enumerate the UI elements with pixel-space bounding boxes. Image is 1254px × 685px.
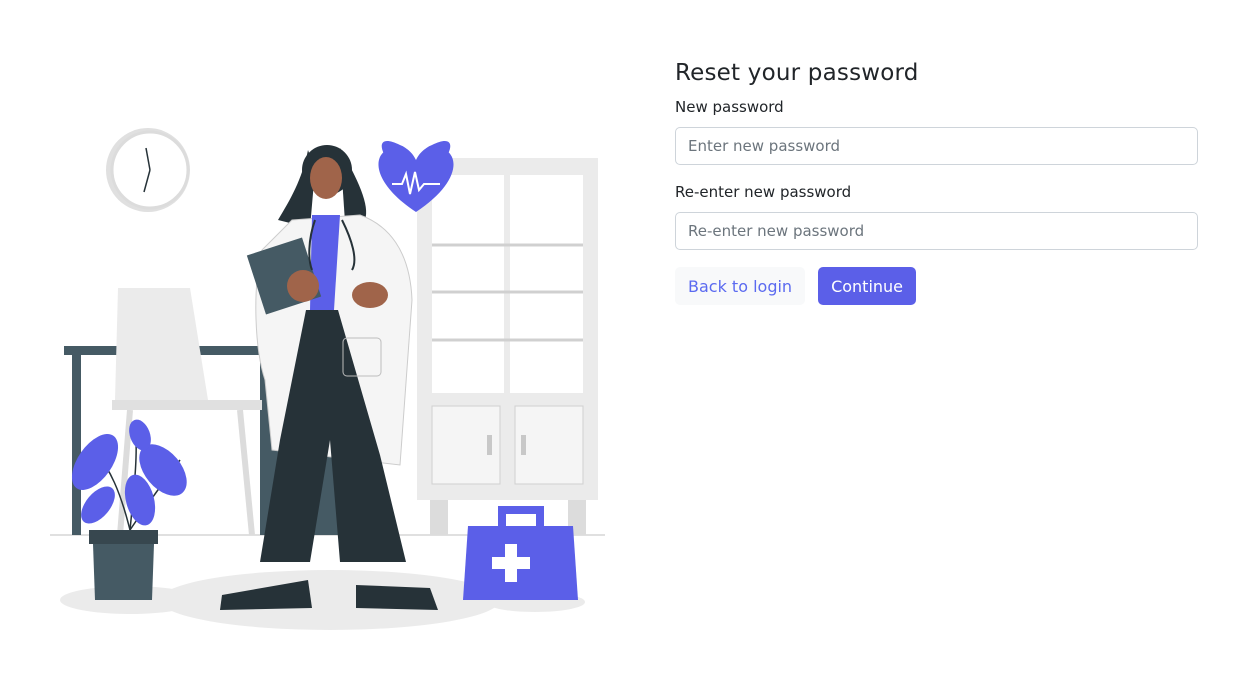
form-actions: Back to login Continue [675, 267, 1198, 305]
clock-icon [106, 128, 190, 212]
cabinet [417, 158, 598, 535]
medical-kit-icon [463, 506, 578, 600]
page-title: Reset your password [675, 60, 919, 86]
doctor-illustration-svg [50, 128, 605, 630]
confirm-password-input[interactable] [675, 212, 1198, 250]
new-password-label: New password [675, 98, 784, 116]
confirm-password-label: Re-enter new password [675, 183, 852, 201]
doctor-figure [220, 145, 438, 610]
doctor-illustration [40, 110, 620, 650]
reset-password-form: Reset your password New password Re-ente… [675, 60, 1198, 305]
back-to-login-button[interactable]: Back to login [675, 267, 806, 305]
continue-button[interactable]: Continue [818, 267, 917, 305]
new-password-input[interactable] [675, 127, 1198, 165]
